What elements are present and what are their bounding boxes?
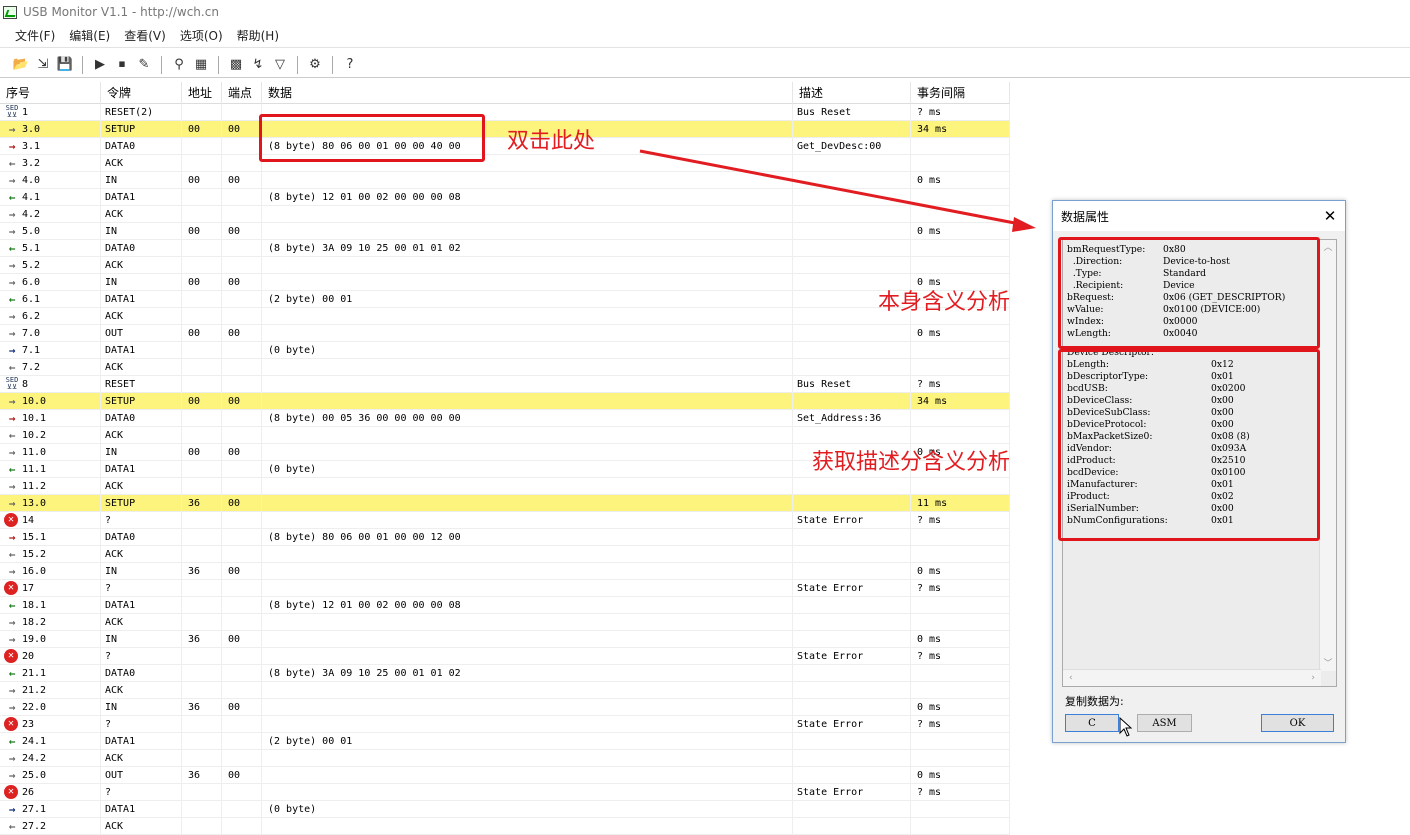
highlight-box-descriptor [1058,349,1320,541]
vertical-scrollbar[interactable]: ︿ ﹀ [1319,240,1336,671]
scroll-left-icon[interactable]: ‹ [1069,673,1073,683]
data-properties-dialog: 数据属性 ✕ bmRequestType: 0x80 .Direction: Dev… [1052,200,1346,743]
highlight-box-setup [1058,237,1320,349]
scroll-down-icon[interactable]: ﹀ [1320,656,1336,669]
copy-as-label: 复制数据为: [1065,695,1124,708]
arrow-line [639,149,1021,226]
copy-c-button[interactable]: C [1065,714,1119,732]
scroll-up-icon[interactable]: ︿ [1320,240,1336,253]
annotation-desc-meaning: 获取描述分含义分析 [812,450,1011,475]
ok-button[interactable]: OK [1261,714,1334,732]
close-icon[interactable]: ✕ [1315,207,1345,225]
arrow-head [1012,217,1036,232]
dialog-title: 数据属性 [1061,209,1110,224]
horizontal-scrollbar[interactable]: ‹ › [1063,669,1321,686]
scroll-right-icon[interactable]: › [1311,673,1315,683]
mouse-cursor-icon [1119,717,1133,737]
copy-asm-button[interactable]: ASM [1137,714,1192,732]
dialog-title-bar: 数据属性 ✕ [1053,201,1345,231]
annotation-self-meaning: 本身含义分析 [878,290,1011,315]
